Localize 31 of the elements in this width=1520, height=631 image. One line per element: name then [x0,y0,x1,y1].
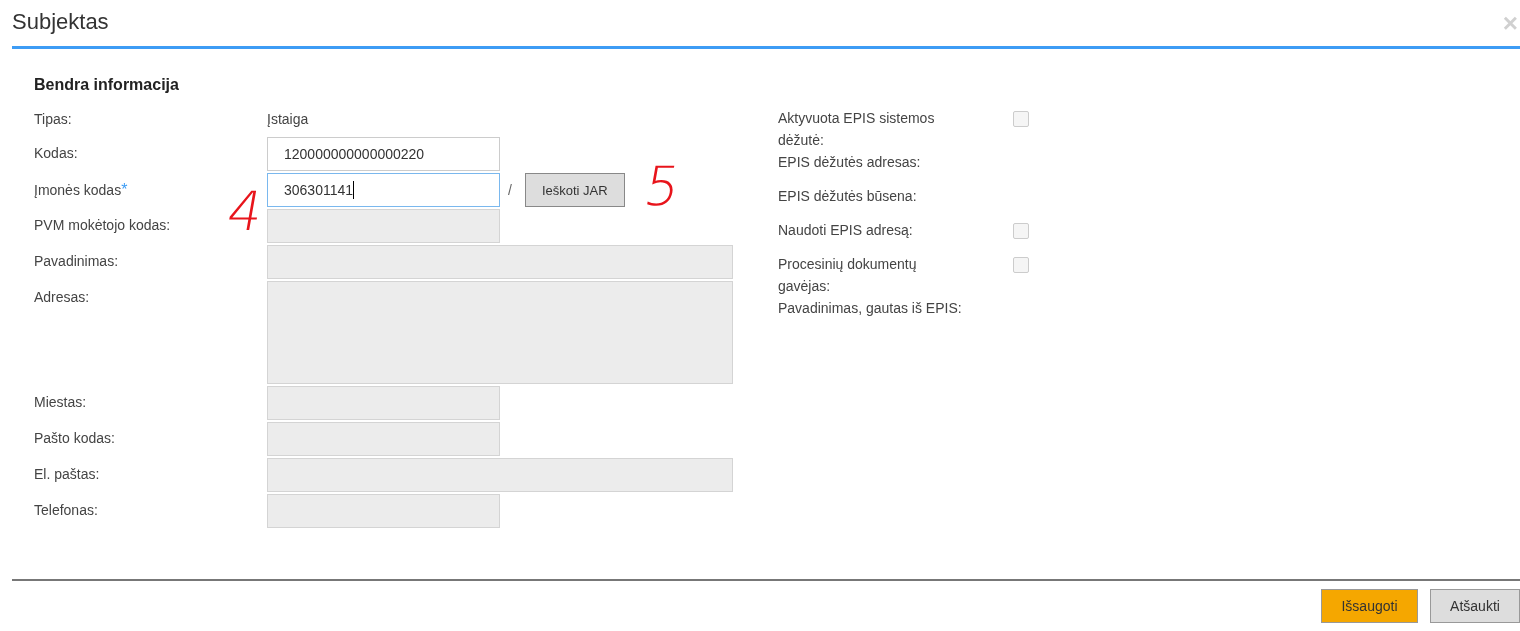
field-label: Aktyvuota EPIS sistemos dėžutė: [778,109,936,150]
input-field[interactable]: 306301141 [267,173,500,207]
handwritten-number: 5 [640,160,685,214]
checkbox[interactable] [1013,111,1029,127]
field-value: Įstaiga [267,110,309,129]
field-label: Naudoti EPIS adresą: [778,221,914,240]
search-button[interactable]: Ieškoti JAR [524,173,625,207]
field-label: EPIS dėžutės adresas: [778,153,922,172]
handwritten-number: 4 [223,185,268,239]
field-label: Adresas: [34,288,90,305]
field-label: Telefonas: [34,501,98,518]
field-label: EPIS dėžutės būsena: [778,187,918,206]
field-label: Miestas: [34,393,87,410]
save-button[interactable]: Išsaugoti [1321,589,1418,623]
text-cursor [353,181,355,199]
checkbox[interactable] [1013,223,1029,239]
dialog-title: Subjektas [12,9,109,35]
checkbox[interactable] [1013,257,1029,273]
field-label: Tipas: [34,110,72,127]
cancel-button[interactable]: Atšaukti [1430,589,1520,623]
section-heading: Bendra informacija [34,76,179,94]
field-label: Pavadinimas, gautas iš EPIS: [778,299,963,318]
input-field[interactable]: 120000000000000220 [267,137,500,171]
field-label: Pašto kodas: [34,429,115,446]
field-label: Įmonės kodas* [34,180,128,199]
field-label: Procesinių dokumentų gavėjas: [778,255,918,296]
field-label: El. paštas: [34,465,100,482]
field-label: Kodas: [34,144,78,161]
separator-slash: / [508,182,512,198]
field-label: Pavadinimas: [34,252,119,269]
field-label: PVM mokėtojo kodas: [34,216,171,233]
